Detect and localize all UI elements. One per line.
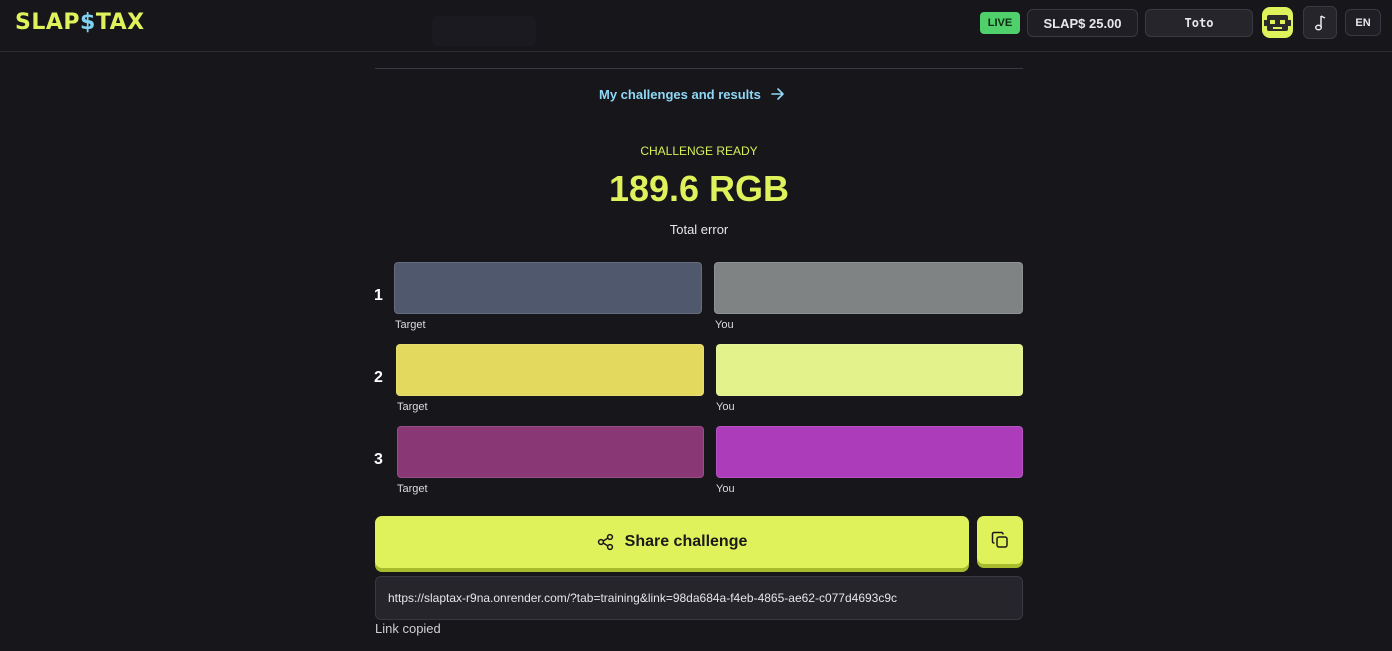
robot-icon (1264, 15, 1291, 31)
row-number-2: 2 (374, 369, 383, 386)
link-copied-message: Link copied (375, 621, 441, 636)
my-challenges-label: My challenges and results (599, 86, 761, 102)
you-swatch-2 (716, 344, 1023, 396)
nav-placeholder (432, 16, 536, 46)
total-error-value: 189.6 RGB (608, 168, 790, 209)
avatar[interactable] (1262, 7, 1293, 38)
challenge-status: CHALLENGE READY (640, 144, 758, 158)
total-error-label: Total error (669, 222, 729, 237)
target-label-2: Target (397, 401, 428, 413)
arrow-right-icon (771, 88, 784, 100)
divider (375, 68, 1023, 69)
music-button[interactable] (1303, 6, 1337, 39)
logo-text-right: TAX (95, 10, 145, 35)
copy-link-button[interactable] (977, 516, 1023, 564)
you-label-2: You (716, 401, 735, 413)
logo-text-left: SLAP (15, 10, 81, 35)
you-label-3: You (716, 483, 735, 495)
music-note-icon (1314, 14, 1326, 30)
you-label-1: You (715, 319, 734, 331)
target-label-1: Target (395, 319, 426, 331)
row-number-1: 1 (374, 287, 383, 304)
share-url-field[interactable] (375, 576, 1023, 620)
my-challenges-link[interactable]: My challenges and results (599, 84, 785, 104)
target-swatch-3 (397, 426, 704, 478)
balance-display[interactable]: SLAP$ 25.00 (1027, 9, 1138, 37)
you-swatch-3 (716, 426, 1023, 478)
top-bar: SLAP$TAX LIVE SLAP$ 25.00 Toto EN (0, 0, 1392, 52)
target-label-3: Target (397, 483, 428, 495)
username-button[interactable]: Toto (1145, 9, 1253, 37)
you-swatch-1 (714, 262, 1023, 314)
share-icon (597, 533, 613, 551)
logo[interactable]: SLAP$TAX (15, 10, 145, 35)
target-swatch-2 (396, 344, 704, 396)
live-badge: LIVE (980, 12, 1020, 34)
row-number-3: 3 (374, 451, 383, 468)
share-challenge-label: Share challenge (624, 533, 748, 550)
logo-dollar: $ (80, 10, 96, 35)
target-swatch-1 (394, 262, 702, 314)
copy-icon (991, 531, 1008, 548)
share-challenge-button[interactable]: Share challenge (375, 516, 969, 568)
language-button[interactable]: EN (1345, 9, 1381, 36)
